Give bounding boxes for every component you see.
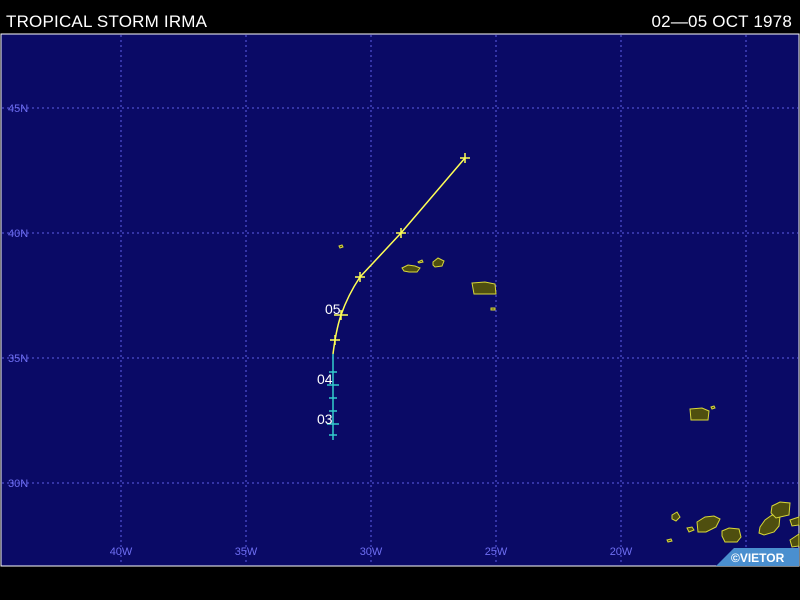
lat-label-45n: 45N bbox=[8, 103, 28, 115]
lon-label-30w: 30W bbox=[360, 546, 383, 558]
lon-label-20w: 20W bbox=[610, 546, 633, 558]
storm-track-map: 45N 40N 35N 30N 40W 35W 30W 25W 20W 05 0… bbox=[0, 33, 800, 567]
day-label-05: 05 bbox=[325, 301, 341, 317]
watermark-text: ©VIETOR bbox=[731, 551, 785, 565]
lon-label-35w: 35W bbox=[235, 546, 258, 558]
lon-label-25w: 25W bbox=[485, 546, 508, 558]
day-label-04: 04 bbox=[317, 371, 333, 387]
lat-label-35n: 35N bbox=[8, 353, 28, 365]
lat-label-40n: 40N bbox=[8, 228, 28, 240]
day-label-03: 03 bbox=[317, 411, 333, 427]
lon-label-40w: 40W bbox=[110, 546, 133, 558]
lat-label-30n: 30N bbox=[8, 478, 28, 490]
